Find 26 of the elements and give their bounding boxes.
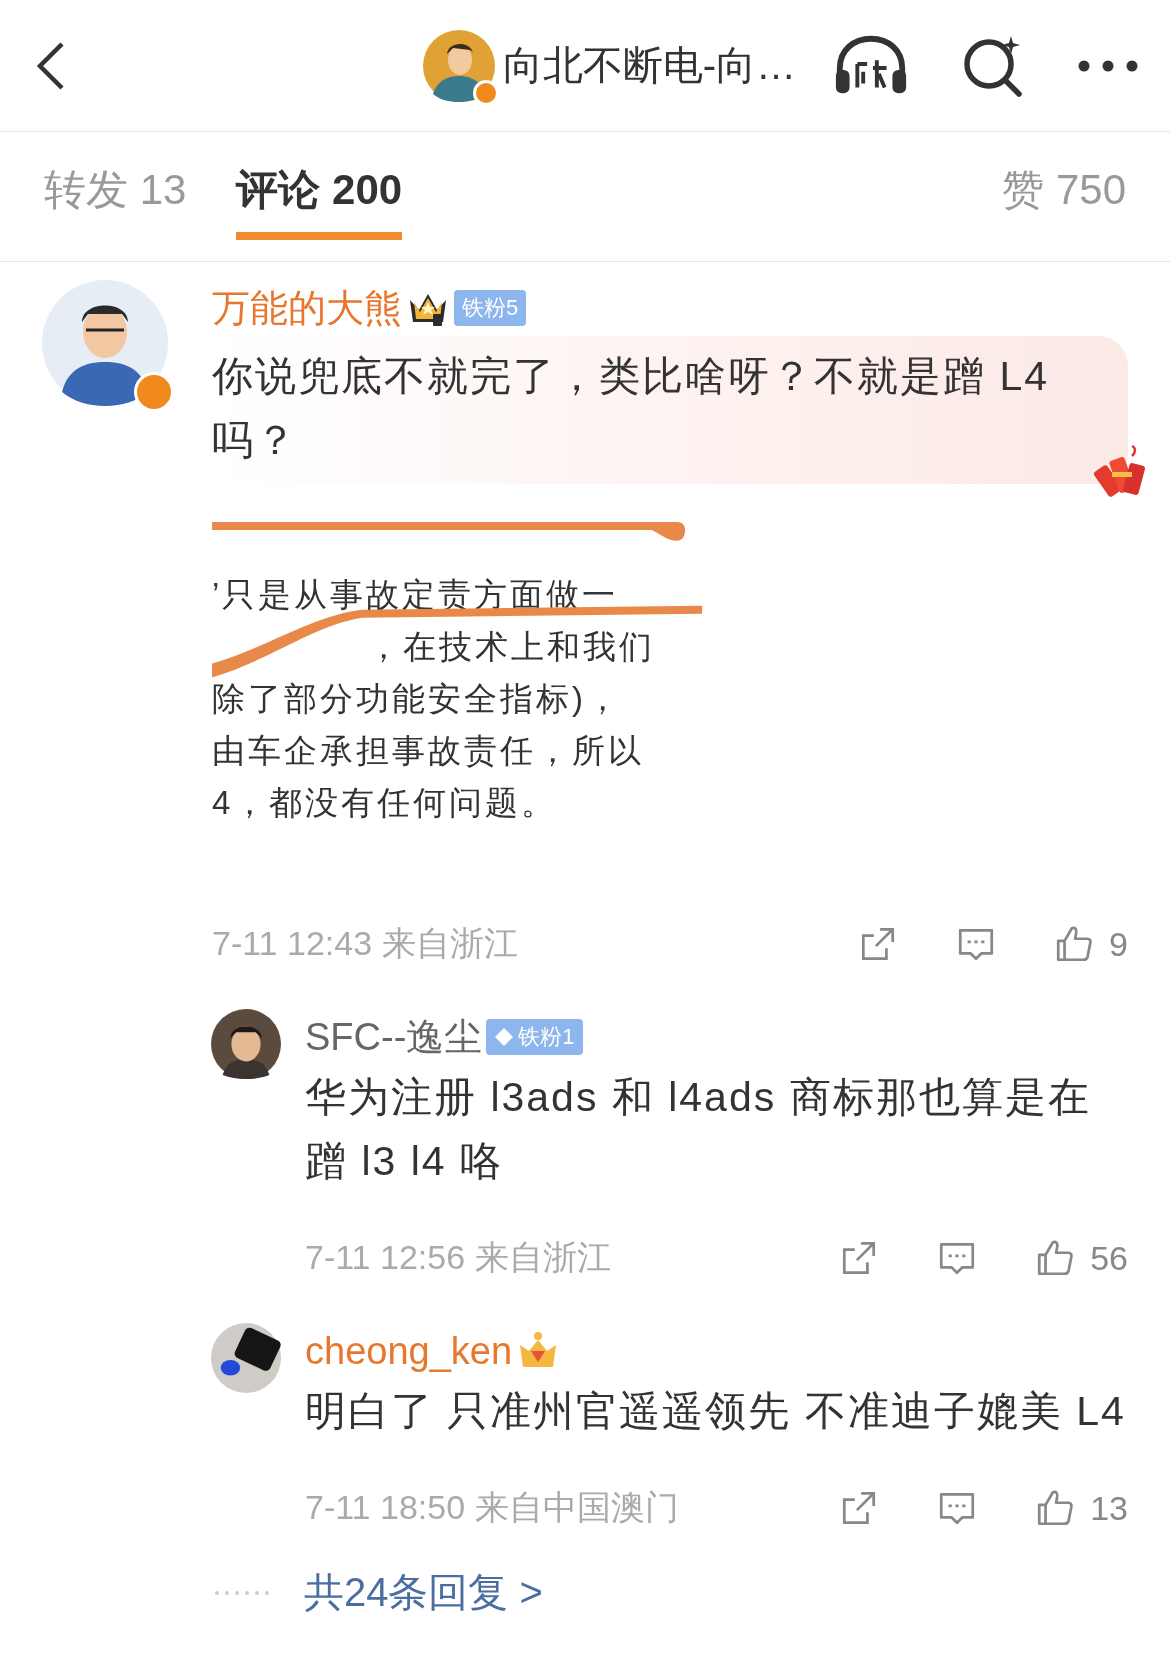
fan-badge: 铁粉1 xyxy=(486,1019,583,1055)
tab[interactable]: 转发 13 xyxy=(44,153,187,240)
document-text: ，在技术上和我们 xyxy=(367,627,655,667)
account-name[interactable]: 向北不断电-向… xyxy=(502,38,796,93)
user-name[interactable]: cheong_ken xyxy=(305,1329,513,1373)
like-count: 9 xyxy=(1109,924,1128,964)
user-name[interactable]: SFC--逸尘 xyxy=(305,1011,483,1063)
comment-time: 7-11 18:50 来自中国澳门 xyxy=(305,1487,679,1528)
more-replies-link[interactable]: 共24条回复 > xyxy=(304,1565,543,1620)
tab[interactable]: 评论 200 xyxy=(236,153,403,240)
comment-time: 7-11 12:43 来自浙江 xyxy=(212,923,518,964)
avatar[interactable] xyxy=(42,280,168,406)
document-text: 由车企承担事故责任，所以 xyxy=(212,731,645,771)
comment-text: 你说兜底不就完了，类比啥呀？不就是蹭 L4 吗？ xyxy=(212,352,1050,465)
user-name[interactable]: 万能的大熊 xyxy=(212,282,402,334)
like-count: 56 xyxy=(1090,1238,1128,1278)
reply-text: 华为注册 l3ads 和 l4ads 商标那也算是在蹭 l3 l4 咯 xyxy=(305,1073,1092,1186)
like-count: 13 xyxy=(1090,1488,1128,1528)
comment-time: 7-11 12:56 来自浙江 xyxy=(305,1237,611,1278)
avatar[interactable] xyxy=(211,1323,281,1393)
document-text: 除了部分功能安全指标)， xyxy=(212,679,623,719)
document-text: 4，都没有任何问题。 xyxy=(212,783,559,823)
avatar[interactable] xyxy=(211,1009,281,1079)
tab[interactable]: 赞 750 xyxy=(1002,153,1126,240)
fan-badge: 铁粉5 xyxy=(454,290,527,326)
reply-text: 明白了 只准州官遥遥领先 不准迪子媲美 L4 xyxy=(305,1387,1127,1436)
